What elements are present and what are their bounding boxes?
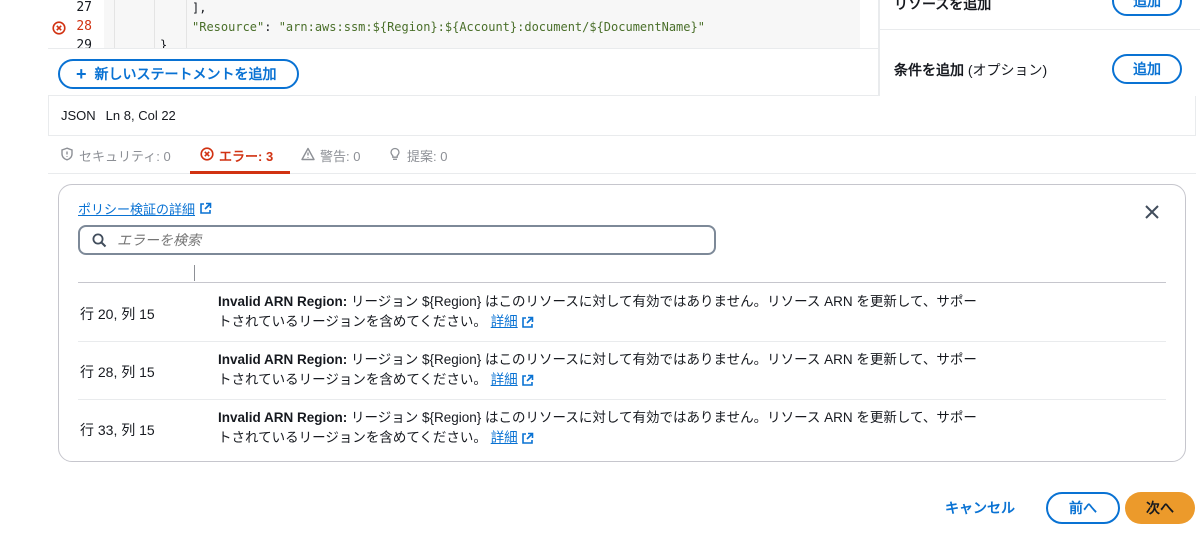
add-resource-label: リソースを追加 (894, 0, 992, 12)
policy-validation-details-link[interactable]: ポリシー検証の詳細 (78, 199, 212, 218)
table-row: 行 33, 列 15 Invalid ARN Region: リージョン ${R… (78, 400, 1166, 458)
indent-guide (186, 0, 187, 48)
add-condition-button[interactable]: 追加 (1112, 54, 1182, 84)
external-link-icon (200, 202, 212, 214)
code-separator: : (264, 20, 279, 34)
lightbulb-icon (390, 147, 400, 160)
code-area[interactable]: ], "Resource": "arn:aws:ssm:${Region}:${… (104, 0, 860, 48)
shield-icon (61, 147, 73, 161)
close-icon[interactable] (1143, 203, 1161, 221)
tab-errors[interactable]: エラー: 3 (190, 146, 290, 174)
statement-side-panel: リソースを追加 追加 条件を追加 (オプション) 追加 (878, 0, 1200, 96)
editor-footer: + 新しいステートメントを追加 (48, 48, 878, 96)
tab-warnings[interactable]: 警告: 0 (301, 146, 360, 174)
search-icon (92, 233, 107, 247)
error-message: Invalid ARN Region: リージョン ${Region} はこのリ… (218, 408, 978, 448)
external-link-icon (521, 374, 533, 386)
error-message: Invalid ARN Region: リージョン ${Region} はこのリ… (218, 350, 978, 390)
code-line: } (160, 38, 168, 48)
errors-panel: ポリシー検証の詳細 行 20, 列 15 Invalid ARN Region:… (58, 184, 1186, 462)
details-link[interactable]: 詳細 (491, 312, 534, 332)
table-row: 行 28, 列 15 Invalid ARN Region: リージョン ${R… (78, 342, 1166, 400)
error-message: Invalid ARN Region: リージョン ${Region} はこのリ… (218, 292, 978, 332)
validation-tabs: セキュリティ: 0 エラー: 3 警告: 0 提案: 0 (48, 138, 1196, 174)
table-header (78, 265, 1166, 283)
code-line: "Resource": "arn:aws:ssm:${Region}:${Acc… (192, 20, 705, 34)
table-row: 行 20, 列 15 Invalid ARN Region: リージョン ${R… (78, 284, 1166, 342)
code-line: ], (192, 1, 207, 15)
tab-security[interactable]: セキュリティ: 0 (60, 146, 171, 174)
add-resource-button[interactable]: 追加 (1112, 0, 1182, 16)
code-value: "arn:aws:ssm:${Region}:${Account}:docume… (278, 20, 705, 34)
column-divider[interactable] (194, 265, 195, 281)
line-number: 29 (76, 38, 92, 48)
editor-mode: JSON (61, 108, 96, 123)
previous-button[interactable]: 前へ (1046, 492, 1120, 524)
code-editor[interactable]: 27 28 29 ], "Resource": "arn:aws:ssm:${R… (48, 0, 860, 48)
line-number-error: 28 (76, 19, 92, 34)
plus-icon: + (76, 64, 87, 84)
add-condition-label: 条件を追加 (オプション) (894, 62, 1048, 78)
indent-guide (154, 0, 155, 48)
editor-status-bar: JSON Ln 8, Col 22 (48, 96, 1196, 136)
line-gutter: 27 28 29 (48, 0, 104, 48)
wizard-footer: キャンセル 前へ 次へ (0, 490, 1200, 526)
indent-guide (114, 0, 115, 48)
external-link-icon (521, 316, 533, 328)
details-link[interactable]: 詳細 (491, 370, 534, 390)
add-statement-button[interactable]: + 新しいステートメントを追加 (58, 59, 299, 89)
next-button[interactable]: 次へ (1125, 492, 1195, 524)
error-location: 行 28, 列 15 (80, 364, 155, 380)
error-search[interactable] (78, 225, 716, 255)
cancel-button[interactable]: キャンセル (945, 498, 1015, 518)
details-link[interactable]: 詳細 (491, 428, 534, 448)
error-location: 行 20, 列 15 (80, 306, 155, 322)
error-icon (200, 147, 214, 161)
external-link-icon (521, 432, 533, 444)
code-key: "Resource" (192, 20, 265, 34)
add-statement-label: 新しいステートメントを追加 (94, 66, 277, 82)
line-number: 27 (76, 0, 92, 15)
tab-suggestions[interactable]: 提案: 0 (388, 146, 447, 174)
status-text: JSON Ln 8, Col 22 (61, 108, 176, 123)
error-location: 行 33, 列 15 (80, 422, 155, 438)
search-input[interactable] (117, 232, 677, 248)
add-resource-row: リソースを追加 追加 (880, 0, 1200, 30)
cursor-position: Ln 8, Col 22 (105, 108, 176, 123)
warning-icon (301, 147, 315, 161)
